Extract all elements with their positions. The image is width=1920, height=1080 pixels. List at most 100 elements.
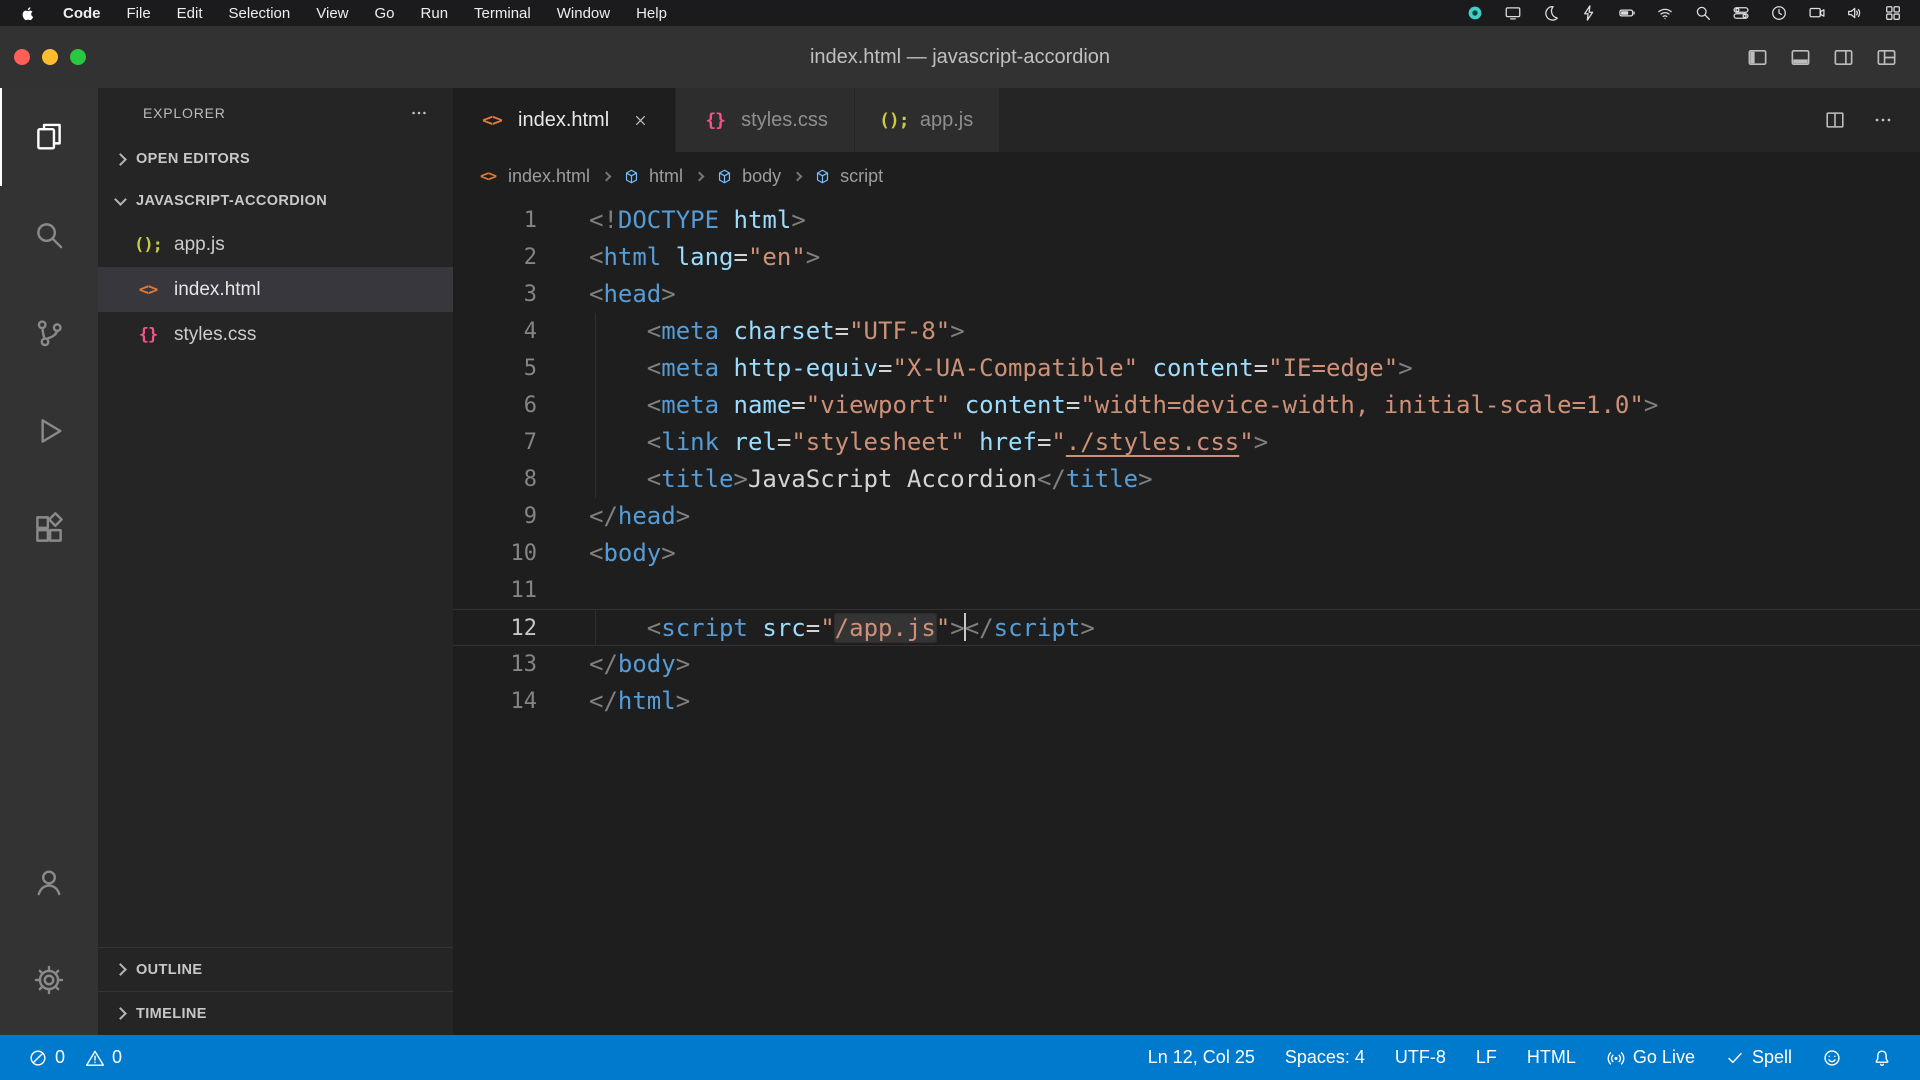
spotlight-icon[interactable] (1694, 4, 1712, 22)
chevron-right-icon (114, 153, 127, 166)
activitybar-search[interactable] (0, 186, 98, 284)
code-line-7[interactable]: 7 <link rel="stylesheet" href="./styles.… (453, 424, 1920, 461)
activitybar-run-and-debug[interactable] (0, 382, 98, 480)
apple-menu-icon[interactable] (20, 5, 37, 22)
status-language-mode[interactable]: HTML (1527, 1035, 1576, 1080)
status-errors[interactable]: 0 (28, 1035, 65, 1080)
status-warnings[interactable]: 0 (85, 1035, 122, 1080)
toggle-secondary-sidebar-icon[interactable] (1832, 46, 1855, 69)
activitybar-manage[interactable] (0, 931, 98, 1029)
screen-mirroring-icon[interactable] (1808, 4, 1826, 22)
code-line-4[interactable]: 4 <meta charset="UTF-8"> (453, 313, 1920, 350)
code-token (950, 391, 964, 419)
activitybar-accounts[interactable] (0, 833, 98, 931)
menubar-item-help[interactable]: Help (636, 5, 667, 22)
code-token: </ (965, 614, 994, 642)
file-index.html[interactable]: <>index.html (98, 267, 453, 312)
screen-recording-icon[interactable] (1466, 4, 1484, 22)
menubar-item-edit[interactable]: Edit (177, 5, 203, 22)
control-center-icon[interactable] (1732, 4, 1750, 22)
file-styles.css[interactable]: {}styles.css (98, 312, 453, 357)
do-not-disturb-icon[interactable] (1542, 4, 1560, 22)
breadcrumb-item[interactable]: html (623, 166, 683, 187)
code-token: </ (1037, 465, 1066, 493)
code-line-3[interactable]: 3<head> (453, 276, 1920, 313)
code-line-2[interactable]: 2<html lang="en"> (453, 239, 1920, 276)
code-line-9[interactable]: 9</head> (453, 498, 1920, 535)
menubar-item-window[interactable]: Window (557, 5, 610, 22)
code-line-5[interactable]: 5 <meta http-equiv="X-UA-Compatible" con… (453, 350, 1920, 387)
tab-index.html[interactable]: <>index.html (453, 88, 676, 152)
section-outline[interactable]: OUTLINE (98, 947, 453, 991)
battery-icon[interactable] (1618, 4, 1636, 22)
status-encoding[interactable]: UTF-8 (1395, 1035, 1446, 1080)
status-notifications[interactable] (1872, 1035, 1892, 1080)
code-line-8[interactable]: 8 <title>JavaScript Accordion</title> (453, 461, 1920, 498)
code-token: head (618, 502, 676, 530)
tab-styles.css[interactable]: {}styles.css (676, 88, 855, 152)
code-line-11[interactable]: 11 (453, 572, 1920, 609)
line-number: 1 (453, 202, 537, 239)
tab-app.js[interactable]: ();app.js (855, 88, 1000, 152)
status-spell[interactable]: Spell (1725, 1035, 1792, 1080)
line-number: 5 (453, 350, 537, 387)
menubar-item-view[interactable]: View (316, 5, 348, 22)
code-line-12[interactable]: 12 <script src="/app.js"></script> (453, 609, 1920, 646)
section-timeline[interactable]: TIMELINE (98, 991, 453, 1035)
minimize-window-button[interactable] (42, 49, 58, 65)
code-token: meta (661, 354, 719, 382)
breadcrumb-item[interactable]: body (716, 166, 781, 187)
status-cursor-position[interactable]: Ln 12, Col 25 (1148, 1035, 1255, 1080)
customize-layout-icon[interactable] (1875, 46, 1898, 69)
code-editor[interactable]: 1<!DOCTYPE html>2<html lang="en">3<head>… (453, 200, 1920, 1035)
breadcrumb-item[interactable]: <>index.html (477, 166, 590, 187)
status-feedback[interactable] (1822, 1035, 1842, 1080)
toggle-sidebar-icon[interactable] (1746, 46, 1769, 69)
code-token: < (647, 614, 661, 642)
code-line-10[interactable]: 10<body> (453, 535, 1920, 572)
activitybar-source-control[interactable] (0, 284, 98, 382)
code-token (719, 354, 733, 382)
titlebar[interactable]: index.html — javascript-accordion (0, 26, 1920, 88)
activitybar-extensions[interactable] (0, 480, 98, 578)
status-eol[interactable]: LF (1476, 1035, 1497, 1080)
more-actions-icon[interactable] (1872, 109, 1894, 131)
code-line-14[interactable]: 14</html> (453, 683, 1920, 720)
display-icon[interactable] (1504, 4, 1522, 22)
activitybar-explorer[interactable] (0, 88, 98, 186)
section-workspace[interactable]: JAVASCRIPT-ACCORDION (98, 180, 453, 222)
close-window-button[interactable] (14, 49, 30, 65)
section-label: JAVASCRIPT-ACCORDION (136, 193, 327, 209)
menubar-item-run[interactable]: Run (421, 5, 449, 22)
status-go-live[interactable]: Go Live (1606, 1035, 1695, 1080)
status-indentation[interactable]: Spaces: 4 (1285, 1035, 1365, 1080)
volume-icon[interactable] (1846, 4, 1864, 22)
clock-icon[interactable] (1770, 4, 1788, 22)
code-token: title (1066, 465, 1138, 493)
launchpad-icon[interactable] (1884, 4, 1902, 22)
line-content: </head> (537, 498, 690, 535)
menubar-item-file[interactable]: File (127, 5, 151, 22)
bolt-icon[interactable] (1580, 4, 1598, 22)
code-line-6[interactable]: 6 <meta name="viewport" content="width=d… (453, 387, 1920, 424)
editor-group: <>index.html{}styles.css();app.js <>inde… (453, 88, 1920, 1035)
breadcrumb-label: body (742, 166, 781, 187)
code-token: = (777, 428, 791, 456)
code-token: > (1138, 465, 1152, 493)
breadcrumb-item[interactable]: script (814, 166, 883, 187)
menubar-item-terminal[interactable]: Terminal (474, 5, 531, 22)
more-actions-icon[interactable] (409, 103, 429, 123)
close-tab-icon[interactable] (632, 112, 649, 129)
menubar-item-selection[interactable]: Selection (229, 5, 291, 22)
split-editor-icon[interactable] (1824, 109, 1846, 131)
section-open-editors[interactable]: OPEN EDITORS (98, 138, 453, 180)
wifi-icon[interactable] (1656, 4, 1674, 22)
code-line-1[interactable]: 1<!DOCTYPE html> (453, 202, 1920, 239)
symbol-icon (716, 168, 733, 185)
zoom-window-button[interactable] (70, 49, 86, 65)
code-line-13[interactable]: 13</body> (453, 646, 1920, 683)
toggle-panel-icon[interactable] (1789, 46, 1812, 69)
menubar-item-code[interactable]: Code (63, 5, 101, 22)
menubar-item-go[interactable]: Go (375, 5, 395, 22)
file-app.js[interactable]: ();app.js (98, 222, 453, 267)
